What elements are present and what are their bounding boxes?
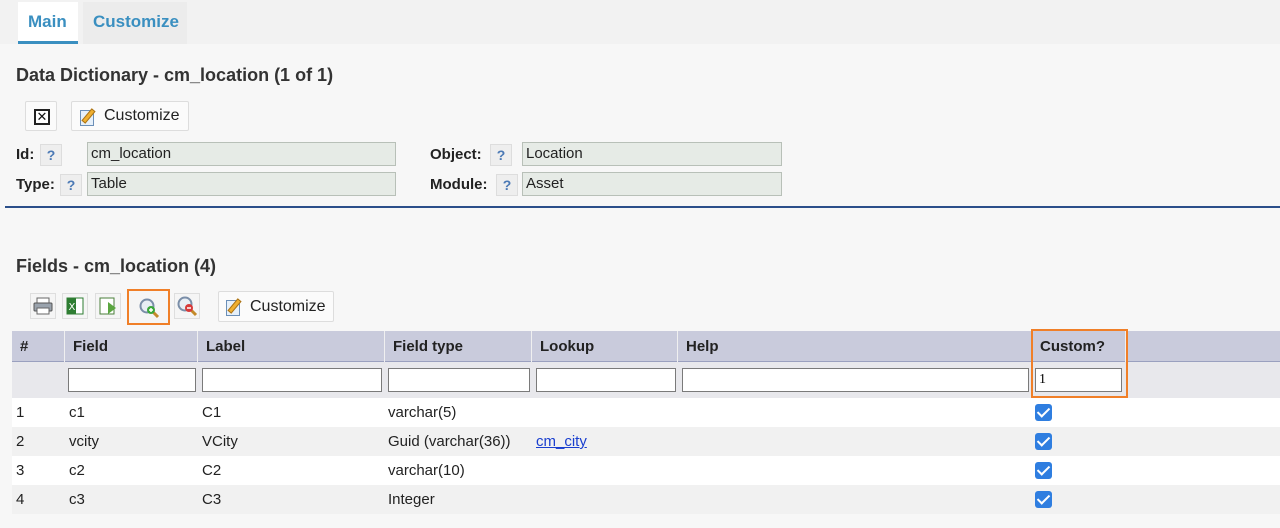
customize-icon xyxy=(226,298,244,316)
type-help-icon[interactable]: ? xyxy=(60,174,82,196)
excel-export-icon: X xyxy=(66,297,84,315)
table-row[interactable]: 4 c3 C3 Integer xyxy=(12,485,1280,514)
filter-field-input[interactable] xyxy=(68,368,196,392)
col-header-help[interactable]: Help xyxy=(678,331,1032,362)
row-label: C1 xyxy=(202,404,222,421)
delete-record-icon xyxy=(177,296,198,317)
section-divider xyxy=(5,206,1280,208)
object-label: Object: xyxy=(430,146,482,163)
row-num: 3 xyxy=(16,462,25,479)
fields-customize-label: Customize xyxy=(250,298,326,315)
filter-custom-input[interactable] xyxy=(1035,368,1122,392)
id-field[interactable]: cm_location xyxy=(87,142,396,166)
filter-help-input[interactable] xyxy=(682,368,1029,392)
id-label: Id: xyxy=(16,146,35,163)
col-header-label[interactable]: Label xyxy=(198,331,385,362)
row-field-type: Guid (varchar(36)) xyxy=(388,433,511,450)
type-label: Type: xyxy=(16,176,55,193)
col-header-field[interactable]: Field xyxy=(65,331,198,362)
record-title: Data Dictionary - cm_location (1 of 1) xyxy=(16,65,334,85)
type-field[interactable]: Table xyxy=(87,172,396,196)
custom-checkbox[interactable] xyxy=(1035,433,1052,450)
filter-field-type-input[interactable] xyxy=(388,368,530,392)
row-field: c3 xyxy=(69,491,85,508)
excel-export-button[interactable]: X xyxy=(62,293,88,319)
col-header-num[interactable]: # xyxy=(12,331,65,362)
custom-checkbox[interactable] xyxy=(1035,404,1052,421)
delete-record-button[interactable] xyxy=(174,293,200,319)
lookup-link-cm-city[interactable]: cm_city xyxy=(536,427,587,456)
close-button[interactable]: ✕ xyxy=(25,101,57,131)
col-header-field-type[interactable]: Field type xyxy=(385,331,532,362)
object-help-icon[interactable]: ? xyxy=(490,144,512,166)
row-label: C3 xyxy=(202,491,222,508)
import-button[interactable] xyxy=(95,293,121,319)
row-num: 1 xyxy=(16,404,25,421)
fields-customize-button[interactable]: Customize xyxy=(218,291,334,322)
col-header-custom[interactable]: Custom? xyxy=(1032,331,1126,362)
module-label: Module: xyxy=(430,176,488,193)
record-customize-button[interactable]: Customize xyxy=(71,101,189,131)
table-row[interactable]: 2 vcity VCity Guid (varchar(36)) cm_city xyxy=(12,427,1280,456)
svg-text:X: X xyxy=(69,302,76,313)
tab-main[interactable]: Main xyxy=(18,2,78,44)
col-header-lookup[interactable]: Lookup xyxy=(532,331,678,362)
tab-customize[interactable]: Customize xyxy=(83,2,187,44)
row-label: VCity xyxy=(202,433,238,450)
customize-icon xyxy=(80,108,98,126)
filter-row xyxy=(12,362,1280,399)
row-field-type: varchar(10) xyxy=(388,462,465,479)
row-field-type: varchar(5) xyxy=(388,404,457,421)
filter-label-input[interactable] xyxy=(202,368,382,392)
row-num: 2 xyxy=(16,433,25,450)
fields-title: Fields - cm_location (4) xyxy=(16,256,217,276)
custom-checkbox[interactable] xyxy=(1035,462,1052,479)
table-row[interactable]: 3 c2 C2 varchar(10) xyxy=(12,456,1280,485)
print-button[interactable] xyxy=(30,293,56,319)
row-label: C2 xyxy=(202,462,222,479)
id-help-icon[interactable]: ? xyxy=(40,144,62,166)
row-num: 4 xyxy=(16,491,25,508)
module-field[interactable]: Asset xyxy=(522,172,782,196)
add-record-button[interactable] xyxy=(127,289,170,325)
row-field-type: Integer xyxy=(388,491,435,508)
record-customize-label: Customize xyxy=(104,107,180,124)
row-field: c2 xyxy=(69,462,85,479)
tab-bar: Main Customize xyxy=(0,0,1280,44)
row-field: c1 xyxy=(69,404,85,421)
add-record-icon xyxy=(139,298,160,319)
custom-checkbox[interactable] xyxy=(1035,491,1052,508)
filter-lookup-input[interactable] xyxy=(536,368,676,392)
grid-header: # Field Label Field type Lookup Help Cus… xyxy=(12,331,1280,362)
row-field: vcity xyxy=(69,433,99,450)
import-icon xyxy=(99,297,116,315)
object-field[interactable]: Location xyxy=(522,142,782,166)
print-icon xyxy=(33,297,53,315)
close-icon: ✕ xyxy=(34,109,50,125)
module-help-icon[interactable]: ? xyxy=(496,174,518,196)
table-row[interactable]: 1 c1 C1 varchar(5) xyxy=(12,398,1280,427)
